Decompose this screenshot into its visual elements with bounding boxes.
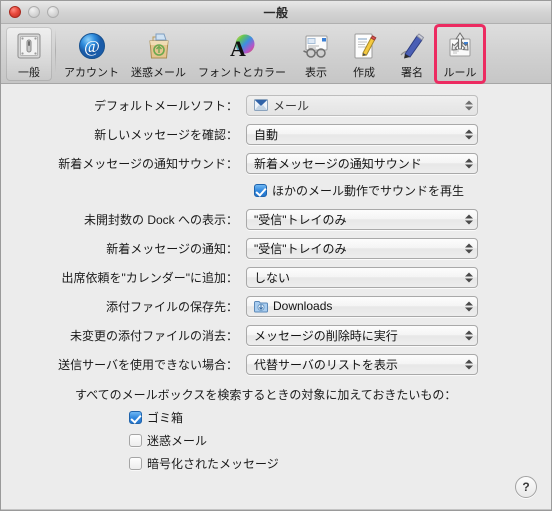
- label-new-message-notification: 新着メッセージの通知：: [106, 241, 238, 256]
- popup-default-mail-client[interactable]: メール: [246, 94, 478, 116]
- popup-remove-unedited-downloads-value: メッセージの削除時に実行: [254, 328, 398, 343]
- checkbox-include-junk-label: 迷惑メール: [147, 434, 208, 448]
- svg-text:@: @: [84, 37, 100, 56]
- label-check-new-messages: 新しいメッセージを確認：: [94, 127, 238, 142]
- tab-composing-label: 作成: [353, 67, 375, 79]
- label-remove-unedited-downloads: 未変更の添付ファイルの消去：: [69, 328, 238, 343]
- label-new-message-sound: 新着メッセージの通知サウンド：: [58, 156, 238, 171]
- checkbox-play-sound-other-actions[interactable]: [254, 183, 267, 197]
- popup-outgoing-server-unavailable[interactable]: 代替サーバのリストを表示: [246, 353, 478, 375]
- popup-remove-unedited-downloads[interactable]: メッセージの削除時に実行: [246, 324, 478, 346]
- preferences-window: 一般 一般 @ アカウント 迷惑メール A フォントとカラー 表示 作成 署名 …: [0, 0, 552, 511]
- tab-junk-mail[interactable]: 迷惑メール: [126, 27, 191, 81]
- popup-arrows-icon: [464, 241, 473, 256]
- tab-accounts-label: アカウント: [64, 67, 119, 79]
- popup-arrows-icon: [464, 270, 473, 285]
- popup-default-mail-client-value: メール: [273, 98, 310, 113]
- row-default-mail-client: デフォルトメールソフト： メール: [1, 92, 551, 118]
- preferences-toolbar: 一般 @ アカウント 迷惑メール A フォントとカラー 表示 作成 署名 ルール: [1, 24, 551, 84]
- rules-arrows-icon: [442, 30, 478, 62]
- checkbox-include-encrypted[interactable]: [129, 457, 142, 470]
- row-new-message-notification: 新着メッセージの通知： "受信"トレイのみ: [1, 235, 551, 261]
- row-include-trash: ゴミ箱: [1, 409, 551, 426]
- row-outgoing-server-unavailable: 送信サーバを使用できない場合： 代替サーバのリストを表示: [1, 351, 551, 377]
- popup-dock-unread-count-value: "受信"トレイのみ: [254, 212, 347, 227]
- toolbar-separator: [55, 29, 56, 73]
- row-include-encrypted: 暗号化されたメッセージ: [1, 455, 551, 472]
- checkbox-include-junk[interactable]: [129, 434, 142, 447]
- row-dock-unread-count: 未開封数の Dock への表示： "受信"トレイのみ: [1, 206, 551, 232]
- popup-outgoing-server-unavailable-value: 代替サーバのリストを表示: [254, 357, 398, 372]
- popup-arrows-icon: [464, 98, 473, 113]
- search-scope-note: すべてのメールボックスを検索するときの対象に加えておきたいもの：: [75, 388, 457, 402]
- at-sign-icon: @: [74, 30, 110, 62]
- row-check-new-messages: 新しいメッセージを確認： 自動: [1, 121, 551, 147]
- row-add-invitations-calendar: 出席依頼を"カレンダー"に追加： しない: [1, 264, 551, 290]
- tab-junk-mail-label: 迷惑メール: [131, 67, 186, 79]
- general-preferences-pane: デフォルトメールソフト： メール 新しいメッセージを確認： 自動 新着メッセージ…: [1, 84, 551, 510]
- row-new-message-sound: 新着メッセージの通知サウンド： 新着メッセージの通知サウンド: [1, 150, 551, 176]
- popup-add-invitations-calendar-value: しない: [254, 270, 291, 285]
- popup-check-new-messages-value: 自動: [254, 127, 279, 142]
- row-remove-unedited-downloads: 未変更の添付ファイルの消去： メッセージの削除時に実行: [1, 322, 551, 348]
- label-default-mail-client: デフォルトメールソフト：: [93, 98, 238, 113]
- row-downloads-folder: 添付ファイルの保存先： Downloads: [1, 293, 551, 319]
- checkbox-include-trash-label: ゴミ箱: [147, 411, 184, 425]
- label-add-invitations-calendar: 出席依頼を"カレンダー"に追加：: [61, 270, 238, 285]
- general-switch-icon: [11, 30, 47, 62]
- popup-new-message-notification-value: "受信"トレイのみ: [254, 241, 347, 256]
- popup-arrows-icon: [464, 127, 473, 142]
- tab-signatures[interactable]: 署名: [389, 27, 435, 81]
- search-scope-checkbox-group: ゴミ箱 迷惑メール 暗号化されたメッセージ: [1, 409, 551, 472]
- popup-downloads-folder[interactable]: Downloads: [246, 295, 478, 317]
- label-dock-unread-count: 未開封数の Dock への表示：: [83, 212, 238, 227]
- bottom-divider: [1, 509, 551, 510]
- popup-add-invitations-calendar[interactable]: しない: [246, 266, 478, 288]
- popup-arrows-icon: [464, 212, 473, 227]
- tab-composing[interactable]: 作成: [341, 27, 387, 81]
- popup-arrows-icon: [464, 156, 473, 171]
- checkbox-include-trash[interactable]: [129, 411, 142, 424]
- window-title: 一般: [263, 6, 289, 20]
- mail-app-icon: [254, 98, 268, 112]
- eyeglasses-icon: [298, 30, 334, 62]
- checkbox-play-sound-other-actions-label: ほかのメール動作でサウンドを再生: [272, 183, 465, 198]
- tab-fonts-colors[interactable]: A フォントとカラー: [193, 27, 291, 81]
- popup-arrows-icon: [464, 357, 473, 372]
- popup-new-message-sound[interactable]: 新着メッセージの通知サウンド: [246, 152, 478, 174]
- checkbox-include-encrypted-label: 暗号化されたメッセージ: [147, 457, 279, 471]
- row-include-junk: 迷惑メール: [1, 432, 551, 449]
- tab-signatures-label: 署名: [401, 67, 423, 79]
- downloads-folder-icon: [254, 300, 268, 313]
- popup-downloads-folder-value: Downloads: [273, 299, 333, 313]
- junk-mail-bag-icon: [141, 30, 177, 62]
- popup-arrows-icon: [464, 328, 473, 343]
- row-play-sound-other-actions: ほかのメール動作でサウンドを再生: [1, 177, 551, 203]
- tab-rules-label: ルール: [443, 67, 477, 79]
- tab-viewing[interactable]: 表示: [293, 27, 339, 81]
- font-color-icon: A: [224, 30, 260, 62]
- tab-viewing-label: 表示: [305, 67, 327, 79]
- tab-fonts-colors-label: フォントとカラー: [198, 67, 286, 79]
- tab-accounts[interactable]: @ アカウント: [59, 27, 124, 81]
- tab-general[interactable]: 一般: [6, 27, 52, 81]
- tab-general-label: 一般: [18, 67, 40, 79]
- help-button[interactable]: ?: [515, 476, 537, 498]
- popup-check-new-messages[interactable]: 自動: [246, 123, 478, 145]
- popup-arrows-icon: [464, 299, 473, 314]
- compose-pencil-icon: [346, 30, 382, 62]
- popup-dock-unread-count[interactable]: "受信"トレイのみ: [246, 208, 478, 230]
- popup-new-message-sound-value: 新着メッセージの通知サウンド: [254, 156, 422, 171]
- label-outgoing-server-unavailable: 送信サーバを使用できない場合：: [58, 357, 238, 372]
- window-titlebar: 一般: [1, 1, 551, 24]
- signature-pen-icon: [394, 30, 430, 62]
- tab-rules[interactable]: ルール: [437, 27, 483, 81]
- label-downloads-folder: 添付ファイルの保存先：: [105, 299, 238, 314]
- popup-new-message-notification[interactable]: "受信"トレイのみ: [246, 237, 478, 259]
- svg-text:A: A: [230, 36, 246, 61]
